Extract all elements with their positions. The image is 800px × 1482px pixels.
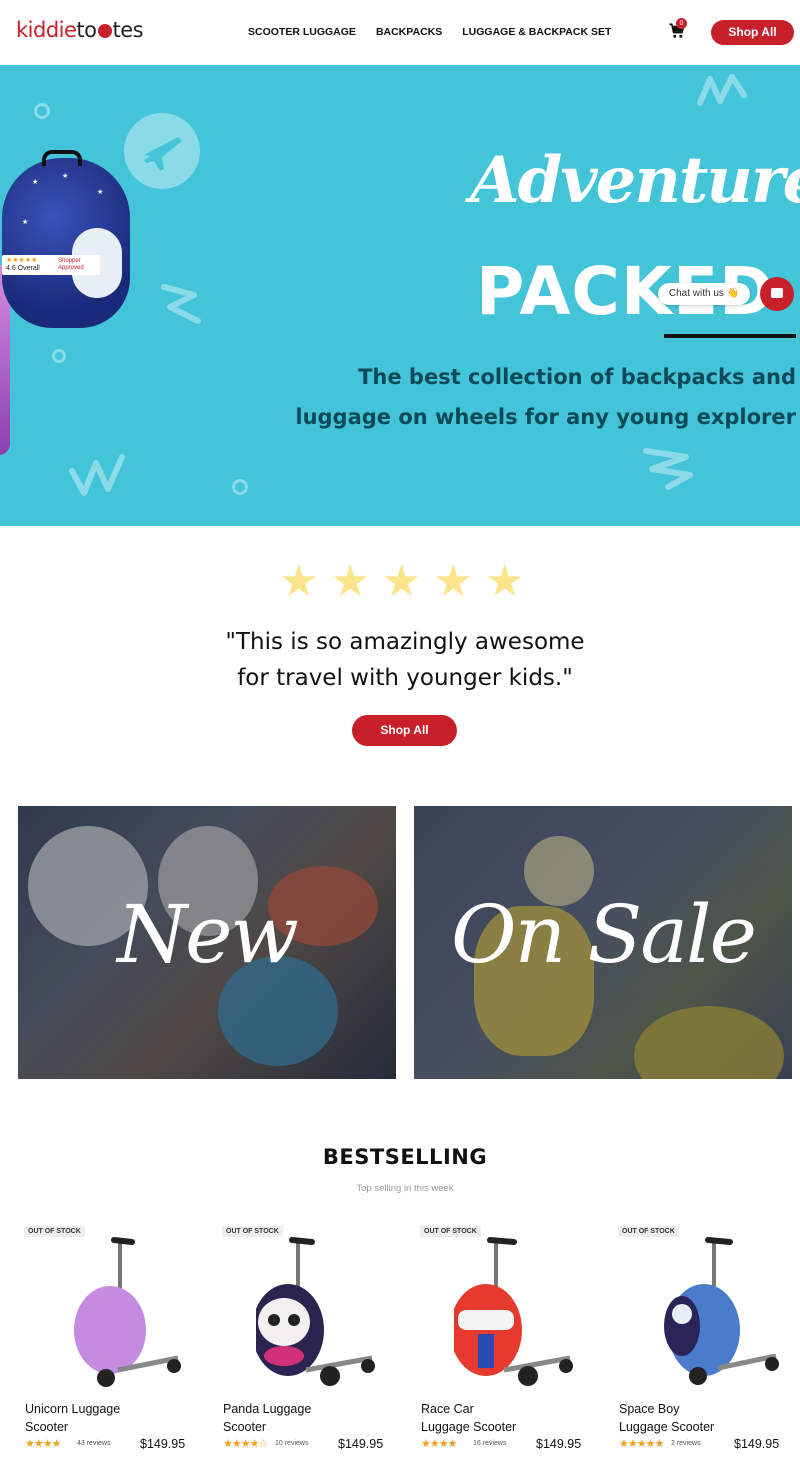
product-name[interactable]: Race Car Luggage Scooter	[421, 1400, 531, 1436]
chat-button[interactable]	[760, 277, 794, 311]
hero-divider	[664, 334, 796, 338]
testimonial-shop-all-button[interactable]: Shop All	[352, 715, 457, 746]
logo-text-tes: tes	[112, 18, 144, 42]
site-header: kiddieto tes SCOOTER LUGGAGE BACKPACKS LU…	[0, 0, 800, 65]
hero-headline-script: Adventure	[470, 143, 800, 218]
circle-decoration	[34, 103, 50, 119]
logo-text-to: to	[76, 18, 97, 42]
product-name[interactable]: Unicorn Luggage Scooter	[25, 1400, 135, 1436]
product-name[interactable]: Panda Luggage Scooter	[223, 1400, 333, 1436]
product-price: $149.95	[734, 1437, 780, 1451]
promo-label-new: New	[117, 888, 299, 981]
product-price: $149.95	[140, 1437, 186, 1451]
product-review-count[interactable]: 10 reviews	[275, 1440, 308, 1447]
star-icon: ★	[381, 557, 422, 606]
product-price: $149.95	[338, 1437, 384, 1451]
airplane-icon	[144, 137, 182, 171]
product-card[interactable]: OUT OF STOCK Space Boy Luggage Scooter ★★…	[612, 1220, 792, 1460]
promo-label-on-sale: On Sale	[451, 888, 757, 981]
bestselling-subtitle: Top selling in this week	[356, 1183, 454, 1194]
logo-text-kiddie: kiddie	[16, 18, 77, 42]
product-card[interactable]: OUT OF STOCK Race Car Luggage Scooter ★★★…	[414, 1220, 594, 1460]
product-review-count[interactable]: 43 reviews	[77, 1440, 110, 1447]
plane-circle	[124, 113, 200, 189]
product-card[interactable]: OUT OF STOCK Panda Luggage Scooter ★★★★☆ …	[216, 1220, 396, 1460]
chat-with-us-label[interactable]: Chat with us 👋	[658, 283, 750, 305]
product-image[interactable]	[58, 1230, 198, 1390]
star-icon: ★	[279, 557, 319, 606]
product-rating-stars: ★★★★★	[619, 1438, 664, 1450]
product-rating-stars: ★★★★	[25, 1438, 61, 1450]
badge-stars: ★★★★★	[6, 257, 38, 264]
hero-backpack-image: ★ ★ ★ ★ ★	[2, 150, 130, 328]
star-icon: ★	[330, 557, 370, 606]
circle-decoration	[52, 349, 66, 363]
product-name[interactable]: Space Boy Luggage Scooter	[619, 1400, 729, 1436]
promo-tile-new[interactable]: New	[18, 806, 396, 1079]
badge-brand: Shopper Approved	[58, 258, 84, 271]
squiggle-decoration	[161, 284, 201, 324]
testimonial-rating: ★ ★ ★ ★ ★	[279, 560, 524, 604]
product-image[interactable]	[256, 1230, 396, 1390]
squiggle-decoration	[697, 74, 747, 106]
main-nav: SCOOTER LUGGAGE BACKPACKS LUGGAGE & BACK…	[248, 26, 611, 38]
hero-banner: ★ ★ ★ ★ ★ ★★★★★ 4.6 Overall ShopperAppro…	[0, 65, 800, 526]
product-rating-stars: ★★★★☆	[223, 1438, 268, 1450]
cart-count-badge: 0	[676, 18, 687, 29]
chat-bubble-icon	[771, 288, 783, 298]
bestselling-title: BESTSELLING	[322, 1145, 488, 1169]
product-rating-stars: ★★★★	[421, 1438, 457, 1450]
squiggle-decoration	[69, 454, 125, 496]
ladybug-icon	[97, 24, 112, 38]
shopper-approved-badge[interactable]: ★★★★★ 4.6 Overall Shopper Approved	[2, 255, 100, 275]
header-shop-all-button[interactable]: Shop All	[711, 20, 794, 45]
squiggle-decoration	[643, 448, 693, 490]
star-icon: ★	[484, 557, 525, 606]
product-review-count[interactable]: 16 reviews	[473, 1440, 506, 1447]
site-logo[interactable]: kiddieto tes	[16, 18, 144, 42]
badge-rating: 4.6 Overall	[6, 265, 40, 272]
nav-item-scooter-luggage[interactable]: SCOOTER LUGGAGE	[248, 26, 356, 38]
nav-item-luggage-backpack-set[interactable]: LUGGAGE & BACKPACK SET	[462, 26, 611, 38]
nav-item-backpacks[interactable]: BACKPACKS	[376, 26, 442, 38]
product-review-count[interactable]: 2 reviews	[671, 1440, 701, 1447]
product-image[interactable]	[454, 1230, 594, 1390]
star-icon: ★	[433, 557, 473, 606]
hero-tagline: The best collection of backpacks and lug…	[295, 365, 796, 429]
product-price: $149.95	[536, 1437, 582, 1451]
circle-decoration	[232, 479, 248, 495]
testimonial-quote: "This is so amazingly awesome for travel…	[225, 629, 585, 691]
promo-tile-on-sale[interactable]: On Sale	[414, 806, 792, 1079]
product-card[interactable]: OUT OF STOCK Unicorn Luggage Scooter ★★★★…	[18, 1220, 198, 1460]
product-image[interactable]	[652, 1230, 792, 1390]
